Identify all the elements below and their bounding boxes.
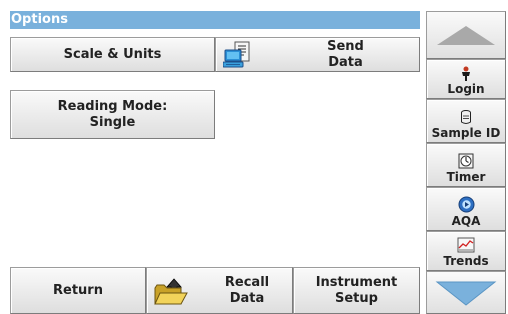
return-label: Return [53,282,103,298]
scroll-down-button[interactable] [426,271,506,314]
timer-label: Timer [446,170,486,184]
scale-units-label: Scale & Units [63,46,162,62]
send-data-button[interactable]: Send Data [215,37,420,72]
login-button[interactable]: Login [426,59,506,99]
trends-button[interactable]: Trends [426,231,506,271]
open-folder-upload-icon [153,275,189,312]
trends-chart-icon [457,237,475,253]
scale-units-button[interactable]: Scale & Units [10,37,215,72]
computer-icon [222,41,257,74]
triangle-up-icon [437,26,495,45]
main-panel: Options Scale & Units Send Data Reading … [10,11,426,314]
instrument-setup-label: Instrument Setup [315,274,398,306]
recall-data-button[interactable]: Recall Data [146,267,293,314]
sample-id-button[interactable]: Sample ID [426,99,506,143]
aqa-icon [458,196,474,213]
sample-id-label: Sample ID [431,126,501,140]
person-icon [462,66,470,81]
reading-mode-label: Reading Mode: Single [57,98,168,130]
scroll-up-button[interactable] [426,11,506,59]
triangle-down-icon [435,281,497,306]
login-label: Login [447,82,485,96]
aqa-button[interactable]: AQA [426,187,506,231]
sample-cuvette-icon [461,110,471,124]
aqa-label: AQA [451,214,481,228]
trends-label: Trends [443,254,489,268]
sidebar: Login Sample ID Timer AQA Trends [426,11,508,314]
return-button[interactable]: Return [10,267,146,314]
timer-icon [458,153,474,169]
send-data-label: Send Data [327,38,364,70]
recall-data-label: Recall Data [224,274,270,306]
page-title: Options [10,11,420,29]
instrument-setup-button[interactable]: Instrument Setup [293,267,420,314]
timer-button[interactable]: Timer [426,143,506,187]
reading-mode-button[interactable]: Reading Mode: Single [10,90,215,139]
